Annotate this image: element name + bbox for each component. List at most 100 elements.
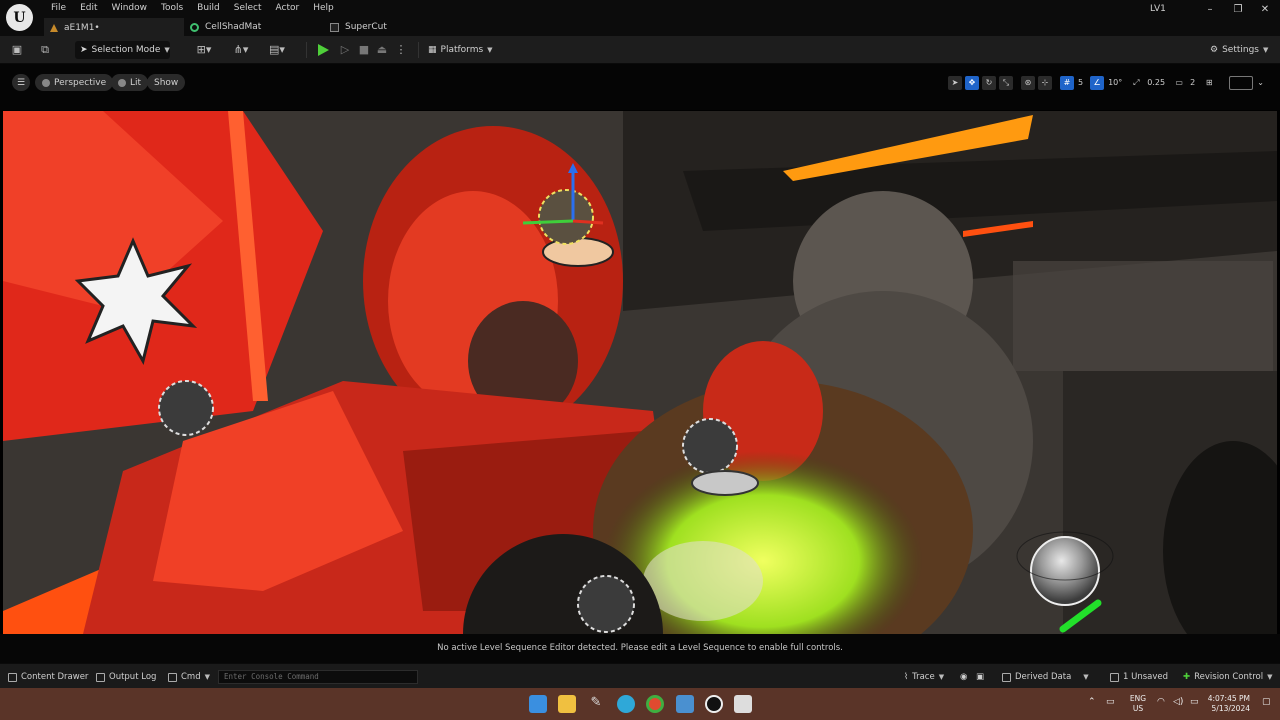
layout-icon[interactable]: ⊞ (1202, 76, 1216, 90)
tab-cellshadmat[interactable]: CellShadMat (184, 18, 324, 36)
scale-tool-icon[interactable]: ⤡ (999, 75, 1013, 90)
scale-snap-value[interactable]: 0.25 (1146, 78, 1169, 87)
main-menu: File Edit Window Tools Build Select Acto… (44, 2, 341, 15)
eject-icon[interactable]: ⏏ (375, 43, 389, 57)
notepad-icon[interactable] (676, 695, 694, 713)
wifi-icon[interactable]: ◠ (1157, 697, 1165, 707)
world-local-icon[interactable]: ⊛ (1021, 75, 1035, 90)
level-viewport[interactable]: ☰ Perspective Lit Show ➤ ✥ ↻ ⤡ ⊛ ⊹ # 5 ∠… (0, 64, 1280, 663)
more-options-icon[interactable]: ⋮ (394, 43, 408, 57)
chevron-up-icon[interactable]: ⌃ (1088, 697, 1096, 707)
surface-snap-icon[interactable]: ⊹ (1038, 75, 1052, 90)
record-icon[interactable]: ◉ (960, 671, 967, 683)
settings-dropdown[interactable]: ⚙ Settings ▼ (1210, 42, 1268, 58)
camera-speed-icon[interactable]: ▭ (1172, 76, 1186, 90)
cmd-label: Cmd (181, 672, 201, 682)
output-log-button[interactable]: Output Log (96, 671, 156, 683)
minimize-button[interactable]: – (1199, 2, 1221, 16)
chevron-down-icon[interactable]: ⌄ (1256, 78, 1268, 87)
play-icon[interactable] (318, 44, 329, 56)
unreal-taskbar-icon[interactable] (705, 695, 723, 713)
revision-control-dropdown[interactable]: ✚ Revision Control ▼ (1183, 671, 1272, 683)
shield-app-icon[interactable] (617, 695, 635, 713)
region-code: US (1132, 704, 1144, 713)
selection-mode-dropdown[interactable]: ➤ Selection Mode ▼ (75, 41, 170, 59)
derived-data-dropdown[interactable]: Derived Data ▼ (1002, 671, 1089, 683)
grid-snap-icon[interactable]: # (1060, 75, 1074, 90)
transform-tools: ➤ ✥ ↻ ⤡ ⊛ ⊹ # 5 ∠ 10° ⤢ 0.25 ▭ 2 ⊞ ⌄ (948, 75, 1268, 90)
menu-help[interactable]: Help (306, 2, 341, 15)
chevron-down-icon: ▼ (487, 46, 493, 54)
rotation-snap-icon[interactable]: ∠ (1090, 75, 1105, 90)
toolbar-divider (306, 42, 307, 58)
scale-snap-icon[interactable]: ⤢ (1129, 76, 1143, 90)
sequence-icon (330, 22, 339, 32)
step-icon[interactable]: ▷ (338, 43, 352, 57)
unsaved-label: 1 Unsaved (1123, 672, 1169, 682)
rotate-tool-icon[interactable]: ↻ (982, 75, 996, 90)
camera-icon (42, 78, 50, 87)
file-explorer-icon[interactable] (558, 695, 576, 713)
derived-data-label: Derived Data (1015, 672, 1072, 682)
menu-build[interactable]: Build (190, 2, 227, 15)
translate-tool-icon[interactable]: ✥ (965, 75, 979, 90)
menu-window[interactable]: Window (105, 2, 155, 15)
tab-level[interactable]: aE1M1• (44, 18, 184, 36)
rotation-snap-value[interactable]: 10° (1107, 78, 1126, 87)
maximize-viewport-icon[interactable] (1229, 75, 1254, 90)
close-button[interactable]: ✕ (1254, 2, 1276, 16)
logo-letter: U (13, 9, 26, 26)
blueprint-icon[interactable]: ⋔▾ (230, 43, 252, 57)
cursor-icon: ➤ (80, 45, 88, 55)
volume-icon[interactable]: ◁) (1173, 697, 1183, 707)
add-actor-icon[interactable]: ⊞▾ (193, 43, 215, 57)
language-indicator[interactable]: ENG US (1128, 694, 1148, 714)
windows-start-icon[interactable] (529, 695, 547, 713)
save-icon[interactable]: ▣ (10, 43, 24, 57)
settings-label: Settings (1222, 45, 1259, 55)
unreal-logo-icon[interactable]: U (6, 4, 33, 31)
scene-illustration (3, 111, 1277, 634)
camera-speed-value[interactable]: 2 (1189, 78, 1199, 87)
tablet-icon[interactable]: ▭ (1106, 697, 1115, 707)
system-clock[interactable]: 4:07:45 PM 5/13/2024 (1200, 694, 1250, 714)
scene-render[interactable] (3, 111, 1277, 634)
content-drawer-button[interactable]: Content Drawer (8, 671, 88, 683)
menu-tools[interactable]: Tools (154, 2, 190, 15)
menu-file[interactable]: File (44, 2, 73, 15)
select-tool-icon[interactable]: ➤ (948, 75, 962, 90)
unsaved-button[interactable]: 1 Unsaved (1110, 671, 1168, 683)
show-button[interactable]: Show (147, 74, 186, 91)
menu-actor[interactable]: Actor (269, 2, 307, 15)
grid-snap-value[interactable]: 5 (1077, 78, 1087, 87)
viewport-menu-icon[interactable]: ☰ (12, 74, 30, 91)
trace-icon: ⌇ (904, 672, 909, 682)
menu-edit[interactable]: Edit (73, 2, 104, 15)
maximize-button[interactable]: ❐ (1227, 2, 1249, 16)
show-label: Show (154, 77, 179, 88)
unsaved-icon (1110, 672, 1119, 682)
lit-button[interactable]: Lit (111, 74, 149, 91)
chrome-icon[interactable] (646, 695, 664, 713)
browse-icon[interactable]: ⧉ (38, 43, 52, 57)
cinematics-icon[interactable]: ▤▾ (266, 43, 288, 57)
light-icon (118, 78, 126, 87)
battery-icon[interactable]: ▭ (1190, 697, 1199, 707)
clock-date: 5/13/2024 (1211, 704, 1250, 713)
notification-icon[interactable]: ▢ (1262, 697, 1271, 707)
menu-select[interactable]: Select (227, 2, 269, 15)
tab-supercut[interactable]: SuperCut (324, 18, 395, 36)
screenshot-icon[interactable]: ▣ (976, 671, 984, 683)
perspective-button[interactable]: Perspective (35, 74, 114, 91)
pen-tool-icon[interactable]: ✎ (587, 695, 605, 713)
snipping-tool-icon[interactable] (734, 695, 752, 713)
perspective-label: Perspective (54, 77, 107, 88)
trace-dropdown[interactable]: ⌇ Trace ▼ (904, 671, 944, 683)
cmd-dropdown[interactable]: Cmd ▼ (168, 671, 210, 683)
console-command-input[interactable]: Enter Console Command (218, 670, 418, 684)
platforms-dropdown[interactable]: ▦ Platforms ▼ (428, 42, 493, 58)
title-bar: U File Edit Window Tools Build Select Ac… (0, 0, 1280, 36)
stop-icon[interactable]: ■ (357, 43, 371, 57)
status-bar: Content Drawer Output Log Cmd ▼ Enter Co… (0, 663, 1280, 688)
gear-icon: ⚙ (1210, 45, 1219, 55)
